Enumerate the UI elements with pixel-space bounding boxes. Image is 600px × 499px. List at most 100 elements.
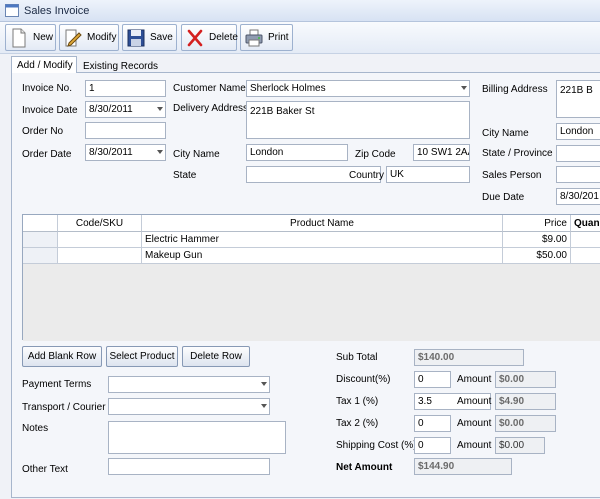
new-button[interactable]: New <box>5 24 56 51</box>
discount-amount-label: Amount <box>457 374 492 385</box>
grid-header-product[interactable]: Product Name <box>142 215 503 232</box>
sales-person-label: Sales Person <box>482 170 542 181</box>
city-name-field[interactable]: London <box>246 144 348 161</box>
modify-label: Modify <box>87 32 117 43</box>
country-label: Country <box>349 170 385 181</box>
transport-courier-select[interactable] <box>108 398 270 415</box>
net-amount-value: $144.90 <box>414 458 512 475</box>
chevron-down-icon[interactable] <box>261 404 267 408</box>
notes-field[interactable] <box>108 421 286 454</box>
grid-cell-code[interactable] <box>58 248 142 264</box>
row-selector[interactable] <box>23 232 58 248</box>
modify-button[interactable]: Modify <box>59 24 119 51</box>
select-product-button[interactable]: Select Product <box>106 346 178 367</box>
grid-cell-product[interactable]: Makeup Gun <box>142 248 503 264</box>
grid-empty-area <box>23 264 600 341</box>
payment-terms-label: Payment Terms <box>22 379 92 390</box>
save-label: Save <box>150 32 173 43</box>
chevron-down-icon[interactable] <box>157 150 163 154</box>
other-text-label: Other Text <box>22 464 68 475</box>
new-document-icon <box>12 28 26 47</box>
subtotal-label: Sub Total <box>336 352 378 363</box>
floppy-disk-icon <box>127 29 145 46</box>
other-text-field[interactable] <box>108 458 270 475</box>
order-date-picker[interactable]: 8/30/2011 <box>85 144 166 161</box>
invoice-date-value: 8/30/2011 <box>89 104 133 115</box>
zip-code-field[interactable]: 10 SW1 2AA <box>413 144 470 161</box>
sales-person-field[interactable] <box>556 166 600 183</box>
discount-amount-value: $0.00 <box>495 371 556 388</box>
grid-header-code[interactable]: Code/SKU <box>58 215 142 232</box>
shipping-cost-field[interactable]: 0 <box>414 437 451 454</box>
printer-icon <box>245 29 263 46</box>
invoice-no-field[interactable]: 1 <box>85 80 166 97</box>
customer-name-select[interactable]: Sherlock Holmes <box>246 80 470 97</box>
order-no-field[interactable] <box>85 122 166 139</box>
tab-existing-records-label: Existing Records <box>83 61 159 72</box>
delete-button[interactable]: Delete <box>181 24 238 51</box>
grid-row-header-corner <box>23 215 58 232</box>
invoice-date-picker[interactable]: 8/30/2011 <box>85 101 166 118</box>
grid-cell-product[interactable]: Electric Hammer <box>142 232 503 248</box>
customer-name-label: Customer Name <box>173 83 246 94</box>
order-no-label: Order No <box>22 126 64 137</box>
subtotal-value: $140.00 <box>414 349 524 366</box>
tab-add-modify-label: Add / Modify <box>17 60 73 71</box>
chevron-down-icon[interactable] <box>261 382 267 386</box>
window-title: Sales Invoice <box>24 5 90 17</box>
billing-address-label: Billing Address <box>482 84 548 95</box>
new-label: New <box>33 32 54 43</box>
tax2-amount-value: $0.00 <box>495 415 556 432</box>
invoice-date-label: Invoice Date <box>22 105 78 116</box>
grid-header-price[interactable]: Price <box>503 215 571 232</box>
print-button[interactable]: Print <box>240 24 293 51</box>
tax2-label: Tax 2 (%) <box>336 418 379 429</box>
billing-state-field[interactable] <box>556 145 600 162</box>
grid-cell-quantity[interactable] <box>571 248 600 264</box>
discount-label: Discount(%) <box>336 374 391 385</box>
state-label: State <box>173 170 197 181</box>
country-field[interactable]: UK <box>386 166 470 183</box>
tax1-amount-label: Amount <box>457 396 492 407</box>
grid-header-quantity[interactable]: Quan <box>571 215 600 232</box>
tax2-field[interactable]: 0 <box>414 415 451 432</box>
grid-cell-price[interactable]: $9.00 <box>503 232 571 248</box>
row-selector[interactable] <box>23 248 58 264</box>
delivery-address-field[interactable]: 221B Baker St <box>246 101 470 139</box>
transport-courier-label: Transport / Courier <box>22 402 106 413</box>
invoice-no-label: Invoice No. <box>22 83 73 94</box>
shipping-cost-label: Shipping Cost (%) <box>336 440 417 451</box>
zip-code-label: Zip Code <box>355 149 396 160</box>
billing-address-field[interactable]: 221B B <box>556 80 600 118</box>
grid-cell-quantity[interactable] <box>571 232 600 248</box>
delete-label: Delete <box>209 32 238 43</box>
save-button[interactable]: Save <box>122 24 177 51</box>
chevron-down-icon[interactable] <box>461 86 467 90</box>
chevron-down-icon[interactable] <box>157 107 163 111</box>
grid-cell-price[interactable]: $50.00 <box>503 248 571 264</box>
billing-state-label: State / Province <box>482 148 553 159</box>
city-name-label: City Name <box>173 149 220 160</box>
notes-label: Notes <box>22 423 49 434</box>
delivery-address-label: Delivery Address <box>173 103 249 114</box>
products-grid[interactable]: Code/SKU Product Name Price Quan Electri… <box>22 214 600 341</box>
billing-city-field[interactable]: London <box>556 123 600 140</box>
delete-x-icon <box>187 29 203 46</box>
edit-pencil-icon <box>65 29 82 47</box>
title-bar: Sales Invoice <box>0 0 600 22</box>
toolbar: New Modify Save Delete Print <box>0 22 600 54</box>
tax2-amount-label: Amount <box>457 418 492 429</box>
tab-add-modify[interactable]: Add / Modify <box>11 56 77 73</box>
payment-terms-select[interactable] <box>108 376 270 393</box>
delete-row-button[interactable]: Delete Row <box>182 346 250 367</box>
due-date-picker[interactable]: 8/30/201 <box>556 188 600 205</box>
billing-city-label: City Name <box>482 128 529 139</box>
customer-name-value: Sherlock Holmes <box>250 83 326 94</box>
discount-field[interactable]: 0 <box>414 371 451 388</box>
net-amount-label: Net Amount <box>336 462 393 473</box>
add-blank-row-button[interactable]: Add Blank Row <box>22 346 102 367</box>
app-icon <box>5 4 19 17</box>
order-date-label: Order Date <box>22 149 72 160</box>
grid-cell-code[interactable] <box>58 232 142 248</box>
tax1-amount-value: $4.90 <box>495 393 556 410</box>
